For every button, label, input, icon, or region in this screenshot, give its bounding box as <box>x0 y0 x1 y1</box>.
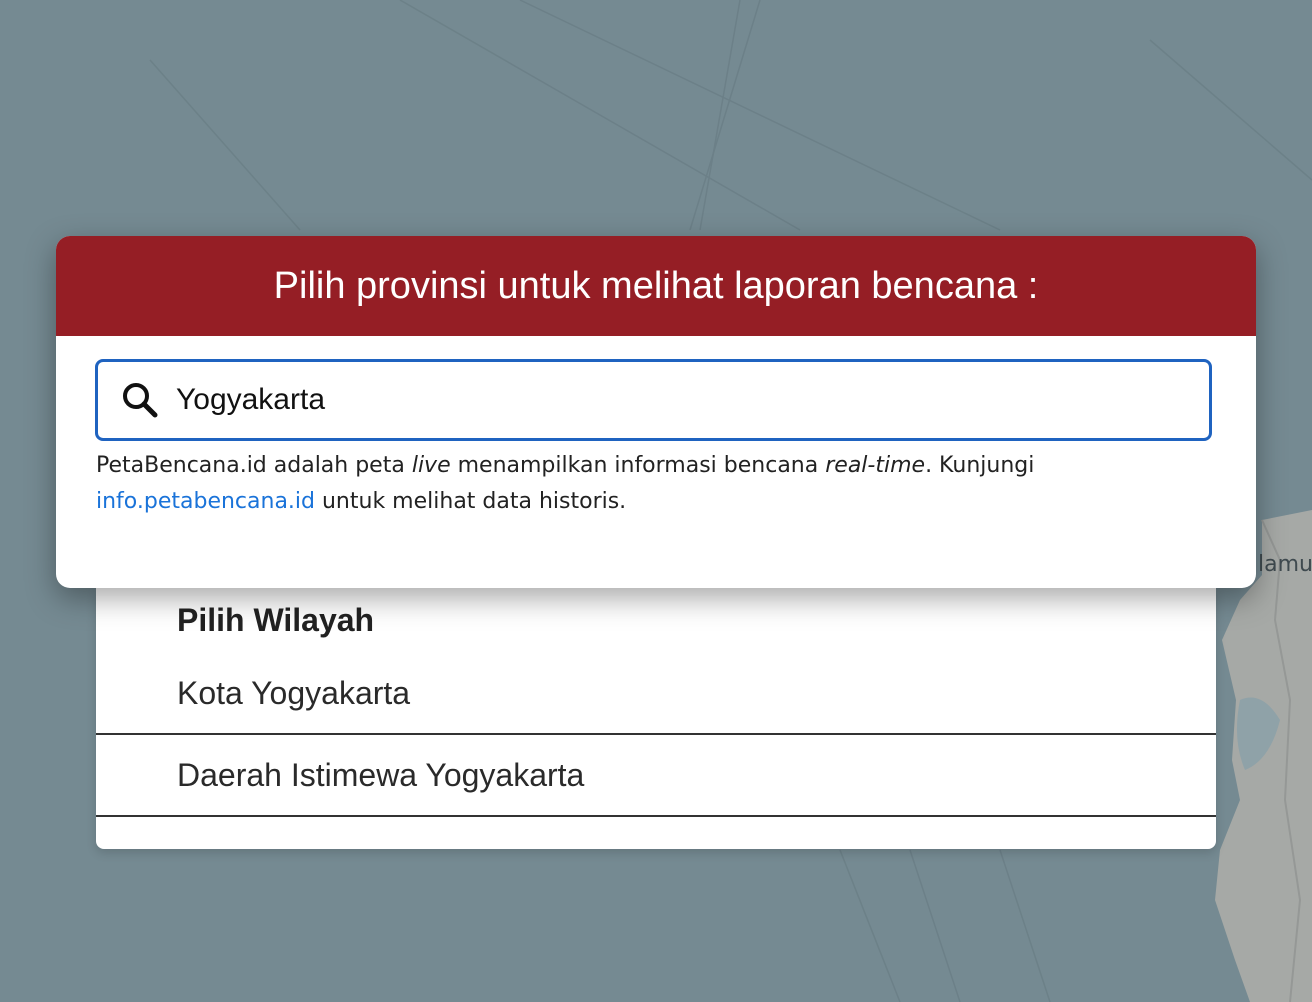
search-box[interactable] <box>95 359 1212 441</box>
info-link[interactable]: info.petabencana.id <box>96 489 315 514</box>
dropdown-title: Pilih Wilayah <box>177 602 375 638</box>
search-input[interactable] <box>176 383 1209 417</box>
modal-header: Pilih provinsi untuk melihat laporan ben… <box>56 236 1256 336</box>
info-text-part1: PetaBencana.id adalah peta <box>96 453 412 478</box>
region-option-kota-yogyakarta[interactable]: Kota Yogyakarta <box>96 653 1216 735</box>
info-text-realtime: real-time <box>825 453 926 478</box>
region-option-label: Kota Yogyakarta <box>177 675 411 711</box>
region-dropdown: Pilih Wilayah Kota Yogyakarta Daerah Ist… <box>96 588 1216 849</box>
province-picker-modal: Pilih provinsi untuk melihat laporan ben… <box>56 236 1256 588</box>
region-option-diy[interactable]: Daerah Istimewa Yogyakarta <box>96 735 1216 817</box>
info-text-part3: . Kunjungi <box>925 453 1035 478</box>
search-icon <box>120 380 160 420</box>
modal-title: Pilih provinsi untuk melihat laporan ben… <box>273 264 1039 307</box>
region-option-label: Daerah Istimewa Yogyakarta <box>177 757 585 793</box>
info-text-live: live <box>411 453 451 478</box>
info-text: PetaBencana.id adalah peta live menampil… <box>96 448 1196 520</box>
info-text-part2: menampilkan informasi bencana <box>450 453 826 478</box>
info-text-part4: untuk melihat data historis. <box>315 489 627 514</box>
map-place-label: lamu <box>1258 552 1312 577</box>
